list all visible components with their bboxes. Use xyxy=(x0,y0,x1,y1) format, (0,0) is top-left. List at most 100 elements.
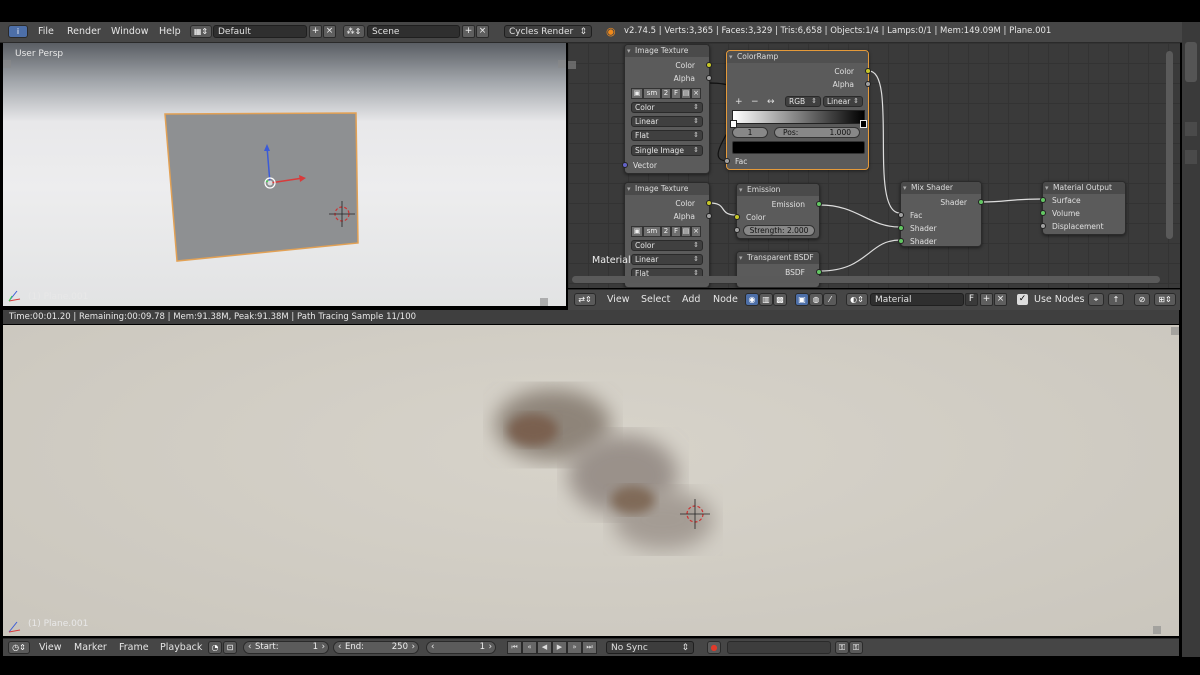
snap-element-icon[interactable]: ⊞⇕ xyxy=(1154,293,1176,306)
scene-icon[interactable]: ⁂⇕ xyxy=(343,25,365,38)
jump-start-icon[interactable]: ⏮ xyxy=(507,641,522,654)
delete-keyframe-icon[interactable]: ⚿ xyxy=(849,641,863,654)
output-alpha-socket[interactable] xyxy=(706,213,712,219)
timeline-menu-frame[interactable]: Frame xyxy=(119,642,149,653)
input-shader1-socket[interactable] xyxy=(898,225,904,231)
jump-keyframe-back-icon[interactable]: « xyxy=(522,641,537,654)
stop-position-field[interactable]: Pos: 1.000 xyxy=(774,127,860,138)
editor-type-node-icon[interactable]: ⇄⇕ xyxy=(574,293,596,306)
vertical-scrollbar[interactable] xyxy=(1166,51,1173,239)
node-menu-add[interactable]: Add xyxy=(682,294,700,305)
menu-window[interactable]: Window xyxy=(111,26,148,37)
scene-field[interactable]: Scene xyxy=(367,25,460,38)
record-icon[interactable]: ● xyxy=(707,641,721,654)
remove-scene-icon[interactable]: × xyxy=(476,25,489,38)
color-ramp-node[interactable]: ColorRamp Color Alpha + − ↔ RGB Linear 1… xyxy=(724,50,871,170)
preview-range-icon[interactable]: ◔ xyxy=(208,641,222,654)
area-corner-tl[interactable] xyxy=(568,61,576,69)
input-strength-socket[interactable] xyxy=(734,227,740,233)
menu-render[interactable]: Render xyxy=(67,26,101,37)
end-frame-field[interactable]: ‹ End: 250 › xyxy=(333,641,419,654)
add-material-icon[interactable]: + xyxy=(980,293,993,306)
projection-select[interactable]: Flat xyxy=(631,130,703,141)
start-frame-field[interactable]: ‹ Start: 1 › xyxy=(243,641,329,654)
active-stop-index[interactable]: 1 xyxy=(732,127,768,138)
output-bsdf-socket[interactable] xyxy=(816,269,822,275)
area-corner-br[interactable] xyxy=(1153,626,1161,634)
image-users-count[interactable]: 2 xyxy=(661,226,671,237)
unlink-image-icon[interactable]: × xyxy=(691,88,701,99)
screen-layout-field[interactable]: Default xyxy=(213,25,307,38)
input-vector-socket[interactable] xyxy=(622,162,628,168)
snap-icon[interactable]: ⌖ xyxy=(1088,293,1104,306)
keying-set-field[interactable] xyxy=(727,641,831,654)
image-texture-node-1[interactable]: Image Texture Color Alpha ▣ sm 2 F ▤ × C… xyxy=(622,44,712,174)
output-shader-socket[interactable] xyxy=(978,199,984,205)
material-browse-icon[interactable]: ◐⇕ xyxy=(846,293,868,306)
node-menu-node[interactable]: Node xyxy=(713,294,738,305)
output-color-socket[interactable] xyxy=(706,200,712,206)
menu-help[interactable]: Help xyxy=(159,26,181,37)
input-fac-socket[interactable] xyxy=(724,158,730,164)
sync-mode-select[interactable]: No Sync ⇕ xyxy=(606,641,694,654)
input-surface-socket[interactable] xyxy=(1040,197,1046,203)
shader-tree-icon[interactable]: ◉ xyxy=(745,293,759,306)
remove-screen-icon[interactable]: × xyxy=(323,25,336,38)
render-engine-select[interactable]: Cycles Render ⇕ xyxy=(504,25,592,38)
texture-tree-icon[interactable]: ▩ xyxy=(773,293,787,306)
image-texture-node-2[interactable]: Image Texture Color Alpha ▣ sm 2 F ▤ × C… xyxy=(624,182,712,288)
ramp-interpolation-select[interactable]: Linear xyxy=(823,96,863,107)
flip-ramp-button[interactable]: ↔ xyxy=(767,97,775,107)
node-title[interactable]: Emission xyxy=(737,184,819,196)
rendered-viewport[interactable]: (1) Plane.001 xyxy=(3,325,1179,636)
jump-end-icon[interactable]: ⏭ xyxy=(582,641,597,654)
output-alpha-socket[interactable] xyxy=(865,81,871,87)
input-color-socket[interactable] xyxy=(734,214,740,220)
lock-range-icon[interactable]: ⊡ xyxy=(223,641,237,654)
node-title[interactable]: Image Texture xyxy=(625,45,709,57)
timeline-menu-marker[interactable]: Marker xyxy=(74,642,107,653)
open-image-icon[interactable]: ▤ xyxy=(681,88,691,99)
material-output-node[interactable]: Material Output Surface Volume Displacem… xyxy=(1040,181,1126,235)
stop-color-swatch[interactable] xyxy=(732,141,865,154)
color-ramp-gradient[interactable] xyxy=(732,110,865,124)
material-name-field[interactable]: Material xyxy=(870,293,964,306)
parent-node-icon[interactable]: ↑ xyxy=(1108,293,1124,306)
remove-stop-button[interactable]: − xyxy=(751,97,759,107)
fake-user-button[interactable]: F xyxy=(671,226,681,237)
source-select[interactable]: Single Image xyxy=(631,145,703,156)
color-space-select[interactable]: Color xyxy=(631,102,703,113)
output-color-socket[interactable] xyxy=(865,68,871,74)
interpolation-select[interactable]: Linear xyxy=(631,254,703,265)
node-title[interactable]: Material Output xyxy=(1043,182,1125,194)
mix-shader-node[interactable]: Mix Shader Shader Fac Shader Shader xyxy=(898,181,984,247)
editor-type-info-icon[interactable]: i xyxy=(8,25,28,38)
input-fac-socket[interactable] xyxy=(898,212,904,218)
input-shader2-socket[interactable] xyxy=(898,238,904,244)
strength-field[interactable]: Strength: 2.000 xyxy=(743,225,815,236)
tool-tab-icon[interactable] xyxy=(1185,122,1197,136)
remove-material-icon[interactable]: × xyxy=(994,293,1007,306)
add-screen-icon[interactable]: + xyxy=(309,25,322,38)
unlink-image-icon[interactable]: × xyxy=(691,226,701,237)
horizontal-scrollbar[interactable] xyxy=(572,276,1160,283)
scrollbar-handle[interactable] xyxy=(1185,42,1197,82)
editor-type-timeline-icon[interactable]: ◷⇕ xyxy=(8,641,30,654)
backdrop-icon[interactable]: ⊘ xyxy=(1134,293,1150,306)
image-browse-icon[interactable]: ▣ xyxy=(631,226,643,237)
image-name-field[interactable]: sm xyxy=(643,88,661,99)
input-volume-socket[interactable] xyxy=(1040,210,1046,216)
timeline-menu-view[interactable]: View xyxy=(39,642,62,653)
color-space-select[interactable]: Color xyxy=(631,240,703,251)
material-fake-user[interactable]: F xyxy=(965,293,978,306)
input-displacement-socket[interactable] xyxy=(1040,223,1046,229)
interpolation-select[interactable]: Linear xyxy=(631,116,703,127)
jump-keyframe-forward-icon[interactable]: » xyxy=(567,641,582,654)
area-corner-tl[interactable] xyxy=(3,60,11,68)
node-menu-select[interactable]: Select xyxy=(641,294,670,305)
area-corner-tr[interactable] xyxy=(558,60,566,68)
world-shader-icon[interactable]: ◍ xyxy=(809,293,823,306)
open-image-icon[interactable]: ▤ xyxy=(681,226,691,237)
area-corner-br[interactable] xyxy=(540,298,548,306)
node-title[interactable]: ColorRamp xyxy=(727,51,868,63)
